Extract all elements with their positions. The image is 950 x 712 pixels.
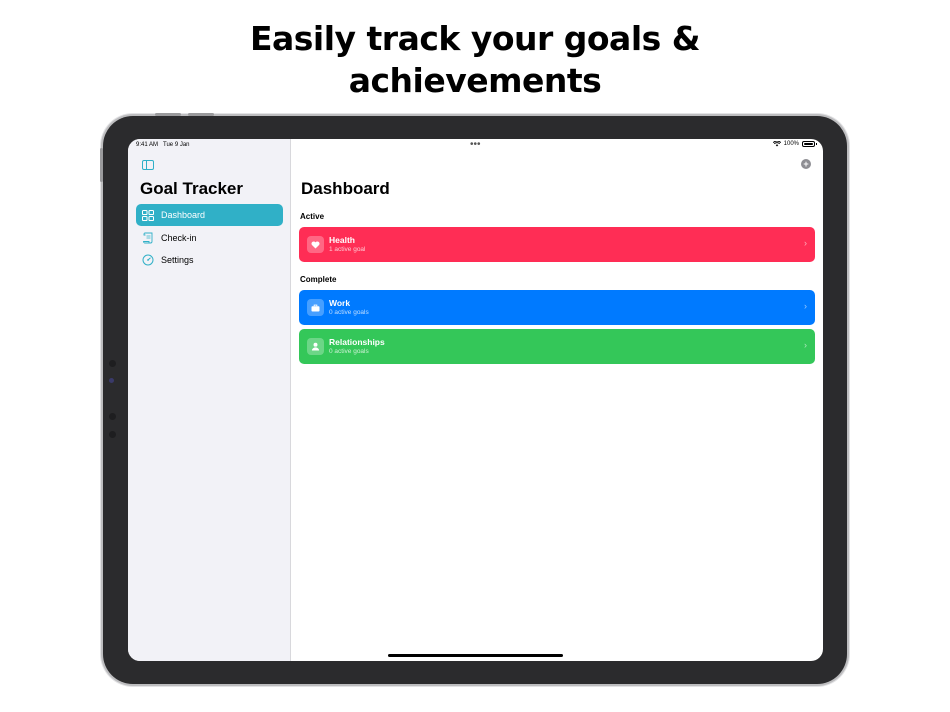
camera-dot-3 [109,413,116,420]
category-card-health[interactable]: Health 1 active goal › [299,227,815,262]
sidebar-toggle-icon[interactable] [142,160,154,170]
page-title: Dashboard [301,179,390,198]
camera-dot-4 [109,431,116,438]
multitasking-dots-icon[interactable]: ••• [470,139,481,150]
status-time: 9:41 AM Tue 9 Jan [136,142,190,148]
sidebar-nav: Dashboard Check-in Settings [136,204,283,272]
sidebar-item-label: Dashboard [161,210,206,220]
battery-icon [802,141,817,147]
section-label-complete: Complete [300,275,337,284]
sidebar-item-label: Check-in [161,232,197,243]
section-label-active: Active [300,212,325,221]
person-icon [307,338,324,355]
status-date: Tue 9 Jan [163,142,190,148]
scroll-icon [142,232,154,244]
gauge-icon [142,254,154,266]
headline-line-1: Easily track your goals & [249,19,701,58]
grid-icon [142,209,154,221]
category-card-relationships[interactable]: Relationships 0 active goals › [299,329,815,364]
wifi-icon [772,141,781,147]
battery-percent: 100% [783,141,799,147]
side-button [100,148,103,182]
camera-dot-1 [109,360,116,367]
card-title: Health [329,235,355,245]
top-button-2 [188,113,214,116]
screen: 9:41 AM Tue 9 Jan ••• 100% Goal Tracker [128,139,823,661]
status-bar: 9:41 AM Tue 9 Jan ••• 100% [128,139,823,153]
card-subtitle: 1 active goal [329,246,366,253]
sidebar-item-label: Settings [161,255,194,265]
heart-icon [307,236,324,253]
sidebar-item-check-in[interactable]: Check-in [136,227,283,249]
home-indicator[interactable] [388,654,563,657]
app-title: Goal Tracker [140,179,244,198]
card-title: Work [329,298,351,308]
status-right: 100% [772,141,817,147]
card-title: Relationships [329,337,385,347]
sidebar-item-settings[interactable]: Settings [136,249,283,271]
main-content: + Dashboard Active Health 1 active goal … [291,139,823,661]
plus-icon: + [803,159,809,169]
headline: Easily track your goals & achievements [0,18,950,102]
sidebar: Goal Tracker Dashboard Check-in Settings [128,139,291,661]
top-button-1 [155,113,181,116]
briefcase-icon [307,299,324,316]
card-subtitle: 0 active goals [329,348,369,355]
camera-dot-2 [109,378,114,383]
chevron-right-icon: › [804,301,807,311]
add-button[interactable]: + [801,159,811,169]
card-subtitle: 0 active goals [329,309,369,316]
headline-line-2: achievements [348,61,602,100]
chevron-right-icon: › [804,238,807,248]
ipad-frame: 9:41 AM Tue 9 Jan ••• 100% Goal Tracker [100,113,847,684]
chevron-right-icon: › [804,340,807,350]
sidebar-item-dashboard[interactable]: Dashboard [136,204,283,226]
category-card-work[interactable]: Work 0 active goals › [299,290,815,325]
